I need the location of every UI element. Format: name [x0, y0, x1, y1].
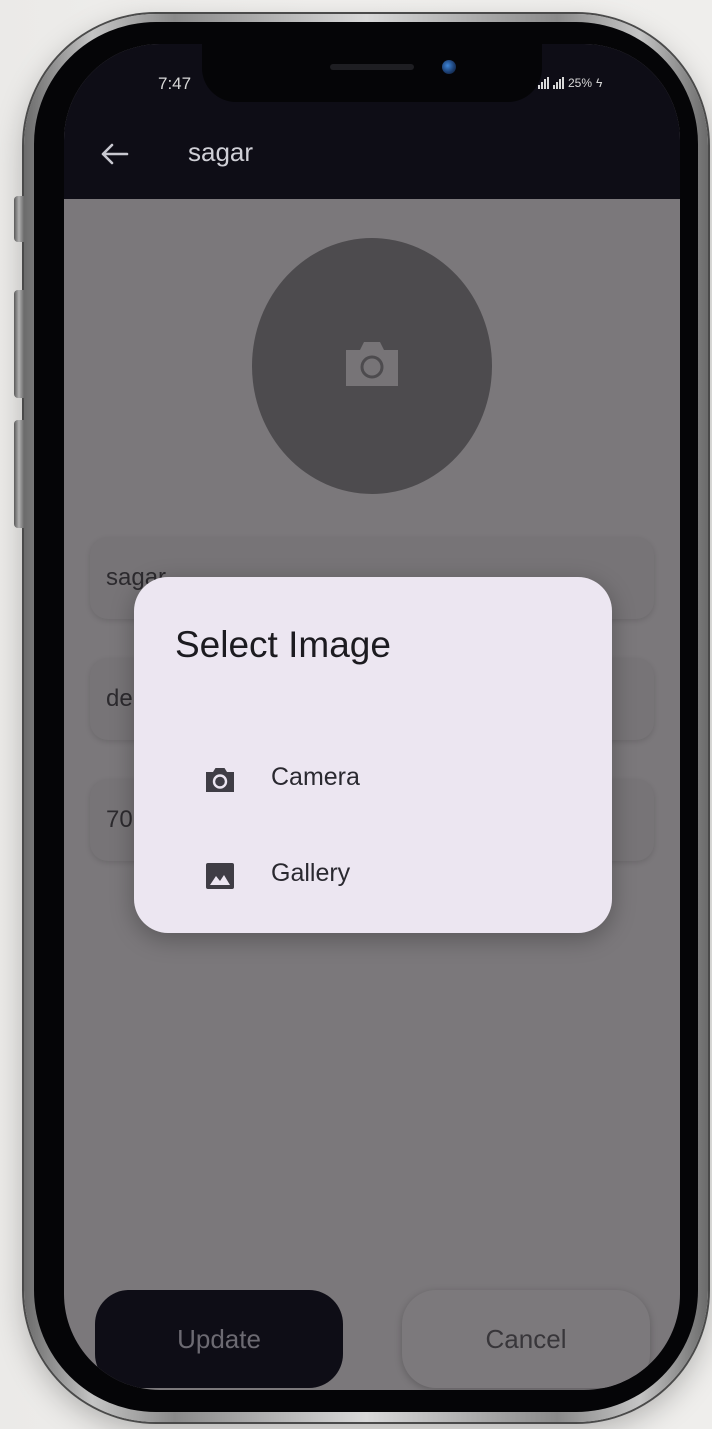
camera-option[interactable]: Camera — [134, 735, 612, 825]
battery-level: 25% — [568, 76, 593, 90]
dialog-title: Select Image — [175, 624, 391, 665]
gallery-option[interactable]: Gallery — [134, 831, 612, 921]
front-camera — [442, 60, 456, 74]
cancel-button[interactable]: Cancel — [402, 1290, 650, 1388]
camera-icon — [346, 342, 398, 386]
earpiece-speaker — [330, 64, 414, 70]
select-image-dialog: Select Image Camera Gallery — [134, 577, 612, 933]
arrow-left-icon — [101, 143, 129, 165]
page-title: sagar — [188, 137, 254, 167]
update-button[interactable]: Update — [95, 1290, 343, 1388]
camera-option-label: Camera — [271, 763, 360, 791]
status-icons: 25% ϟ — [538, 76, 602, 90]
image-icon — [206, 863, 234, 889]
gallery-option-label: Gallery — [271, 859, 351, 887]
volume-down-button — [14, 420, 24, 528]
status-time: 7:47 — [158, 74, 192, 93]
silent-switch — [14, 196, 24, 242]
phone-notch — [202, 44, 542, 102]
signal-icon-2 — [553, 77, 564, 89]
back-button[interactable] — [92, 132, 136, 176]
charging-icon: ϟ — [596, 76, 603, 90]
phone-screen: 7:47 25% ϟ sagar sagar de 70 Update Canc… — [64, 44, 680, 1390]
volume-up-button — [14, 290, 24, 398]
camera-icon — [206, 768, 234, 792]
